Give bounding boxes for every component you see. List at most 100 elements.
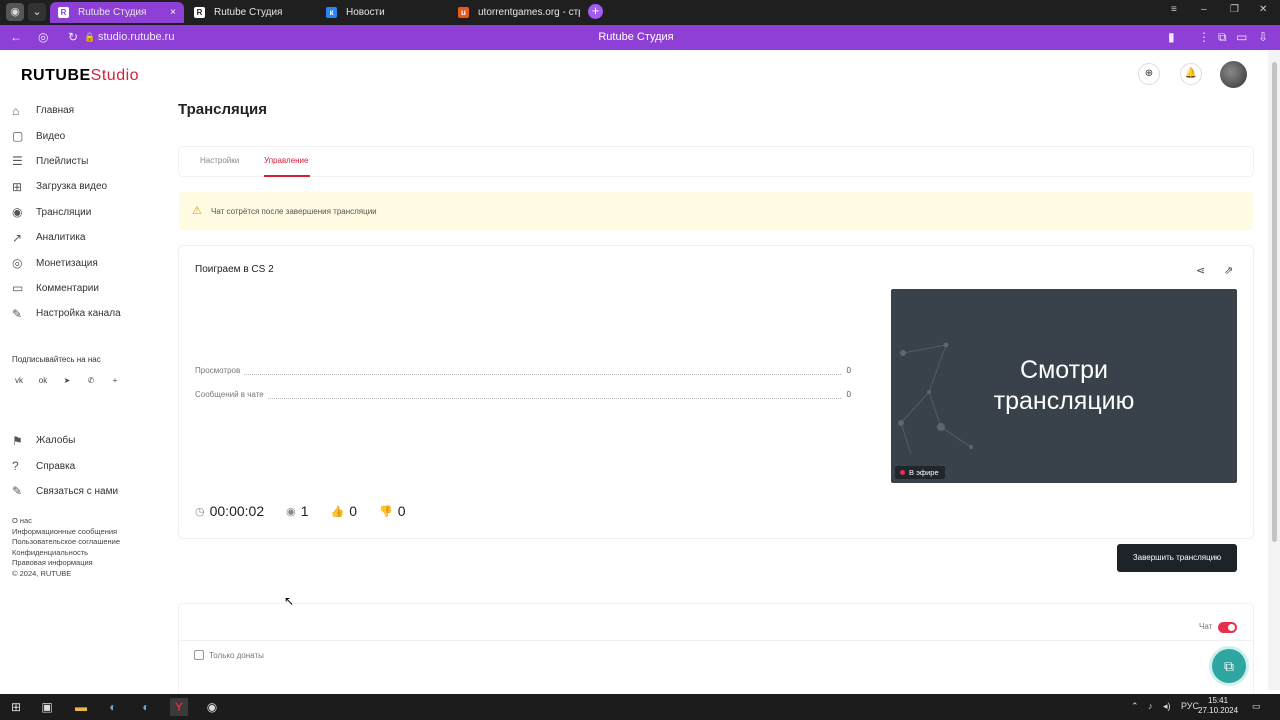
add-video-icon[interactable]: ⊕ [1138, 63, 1160, 85]
tab-rutube-studio-1[interactable]: R Rutube Студия × [50, 2, 184, 23]
share-icon[interactable]: ⋖ [1196, 264, 1205, 277]
file-explorer-icon[interactable]: ▬ [72, 698, 90, 716]
steam-app-icon[interactable]: ◐ [137, 698, 155, 716]
page-title: Трансляция [178, 101, 267, 118]
browser-tab-bar: ◉ ⌄ R Rutube Студия × R Rutube Студия к … [0, 0, 1280, 25]
duration-value: 00:00:02 [209, 503, 265, 519]
metric-dislikes: 👎 0 [379, 503, 406, 519]
sidebar-item-monetization[interactable]: ◎ Монетизация [12, 250, 172, 275]
bookmark-icon[interactable]: ▮ [1168, 30, 1175, 44]
tray-chevron-icon[interactable]: ⌃ [1131, 701, 1139, 712]
thumbs-up-icon: 👍 [330, 505, 345, 518]
sidebar-item-help[interactable]: ? Справка [12, 453, 172, 478]
sidebar-item-label: Комментарии [36, 282, 99, 294]
section-tabs: Настройки Управление [179, 147, 1253, 176]
dislikes-value: 0 [397, 503, 406, 519]
tab-management[interactable]: Управление [264, 156, 308, 165]
sidebar-item-broadcasts[interactable]: ◉ Трансляции [12, 200, 172, 225]
analytics-icon: ↗ [12, 230, 23, 245]
browser-menu-lines-icon[interactable]: ≡ [1171, 4, 1177, 15]
new-tab-icon[interactable]: + [588, 4, 603, 19]
tab-utorrentgames[interactable]: u utorrentgames.org - стр [450, 2, 580, 23]
stream-title: Поиграем в CS 2 [195, 264, 274, 275]
extensions-icon[interactable]: ⧉ [1218, 30, 1227, 45]
sidebar-item-label: Настройка канала [36, 308, 121, 320]
only-donations-label: Только донаты [209, 651, 264, 660]
sidebar-item-label: Аналитика [36, 232, 86, 244]
more-icon[interactable]: + [108, 376, 122, 388]
footer-link-privacy[interactable]: Конфиденциальность [12, 548, 120, 559]
sidebar-item-label: Связаться с нами [36, 485, 119, 497]
obs-icon[interactable]: ◉ [203, 698, 221, 716]
rutube-studio-logo[interactable]: RUTUBEStudio [21, 67, 139, 85]
tabs-dropdown-icon[interactable]: ⌄ [28, 3, 46, 21]
vk-icon[interactable]: vk [12, 376, 26, 388]
sidebar-item-contact[interactable]: ✎ Связаться с нами [12, 479, 172, 504]
rutube-favicon-icon: R [194, 7, 205, 18]
restore-icon[interactable]: ❐ [1230, 4, 1239, 15]
sidebar-item-label: Плейлисты [36, 155, 89, 167]
preview-text-line2: трансляцию [993, 387, 1135, 415]
broadcast-icon: ◉ [12, 205, 23, 220]
sidebar-item-label: Главная [36, 105, 75, 117]
task-view-icon[interactable]: ▣ [38, 698, 56, 716]
page-scrollbar[interactable] [1268, 50, 1280, 690]
open-external-icon[interactable]: ⇗ [1224, 264, 1233, 277]
sidebar-item-upload[interactable]: ⊞ Загрузка видео [12, 174, 172, 199]
sidebar-toggle-icon[interactable]: ▭ [1236, 30, 1247, 44]
stat-value: 0 [842, 366, 851, 375]
flag-icon: ⚑ [12, 433, 23, 448]
clock-icon: ◷ [195, 505, 205, 518]
sidebar-item-channel-settings[interactable]: ✎ Настройка канала [12, 301, 172, 326]
stat-label: Сообщений в чате [195, 390, 268, 399]
download-icon[interactable]: ⇩ [1258, 30, 1268, 44]
start-icon[interactable]: ⊞ [7, 698, 25, 716]
sidebar-item-label: Загрузка видео [36, 181, 108, 193]
preview-text: Смотри трансляцию [891, 355, 1237, 417]
steam-icon[interactable]: ◐ [104, 698, 122, 716]
footer-link-info[interactable]: Информационные сообщения [12, 527, 120, 538]
sidebar-item-label: Жалобы [36, 435, 76, 447]
tab-title: utorrentgames.org - стр [478, 7, 580, 18]
telegram-icon[interactable]: ➤ [60, 376, 74, 388]
chat-label: Чат [1199, 622, 1213, 631]
sidebar-item-label: Видео [36, 130, 66, 142]
end-stream-button[interactable]: Завершить трансляцию [1117, 544, 1237, 572]
dotted-leader [195, 374, 841, 375]
stream-preview[interactable]: Смотри трансляцию В эфире [891, 289, 1237, 483]
support-chat-button[interactable]: ⧉ [1212, 649, 1246, 683]
notifications-icon[interactable]: ▭ [1252, 701, 1261, 712]
language-indicator[interactable]: РУС [1181, 701, 1199, 711]
scrollbar-thumb[interactable] [1272, 62, 1277, 542]
browser-menu-icon[interactable]: ◉ [6, 3, 24, 21]
close-tab-icon[interactable]: × [170, 2, 176, 23]
sidebar-item-comments[interactable]: ▭ Комментарии [12, 276, 172, 301]
avatar[interactable] [1220, 61, 1247, 88]
sidebar-item-home[interactable]: ⌂ Главная [12, 98, 172, 123]
footer-link-legal[interactable]: Правовая информация [12, 558, 120, 569]
tab-news[interactable]: к Новости [318, 2, 448, 23]
yandex-browser-icon[interactable]: Y [170, 698, 188, 716]
bell-icon[interactable]: 🔔 [1180, 63, 1202, 85]
tab-rutube-studio-2[interactable]: R Rutube Студия [186, 2, 316, 23]
footer-links: О нас Информационные сообщения Пользоват… [12, 516, 120, 579]
sidebar-item-playlists[interactable]: ☰ Плейлисты [12, 149, 172, 174]
chat-toggle[interactable] [1218, 622, 1237, 633]
more-icon[interactable]: ⋮ [1198, 30, 1210, 44]
only-donations-checkbox[interactable] [194, 650, 204, 660]
clock[interactable]: 15:41 27.10.2024 [1198, 696, 1238, 716]
close-window-icon[interactable]: ✕ [1259, 4, 1267, 15]
volume-icon[interactable]: ◂) [1163, 701, 1171, 712]
footer-link-about[interactable]: О нас [12, 516, 120, 527]
sidebar-item-complaints[interactable]: ⚑ Жалобы [12, 428, 172, 453]
sidebar-item-label: Справка [36, 460, 76, 472]
tab-settings[interactable]: Настройки [200, 156, 239, 165]
viber-icon[interactable]: ✆ [84, 376, 98, 388]
ok-icon[interactable]: ok [36, 376, 50, 388]
playlist-icon: ☰ [12, 154, 23, 169]
mic-icon[interactable]: ♪ [1148, 701, 1153, 711]
minimize-icon[interactable]: – [1201, 4, 1207, 15]
sidebar-item-analytics[interactable]: ↗ Аналитика [12, 225, 172, 250]
footer-link-terms[interactable]: Пользовательское соглашение [12, 537, 120, 548]
sidebar-item-video[interactable]: ▢ Видео [12, 123, 172, 148]
